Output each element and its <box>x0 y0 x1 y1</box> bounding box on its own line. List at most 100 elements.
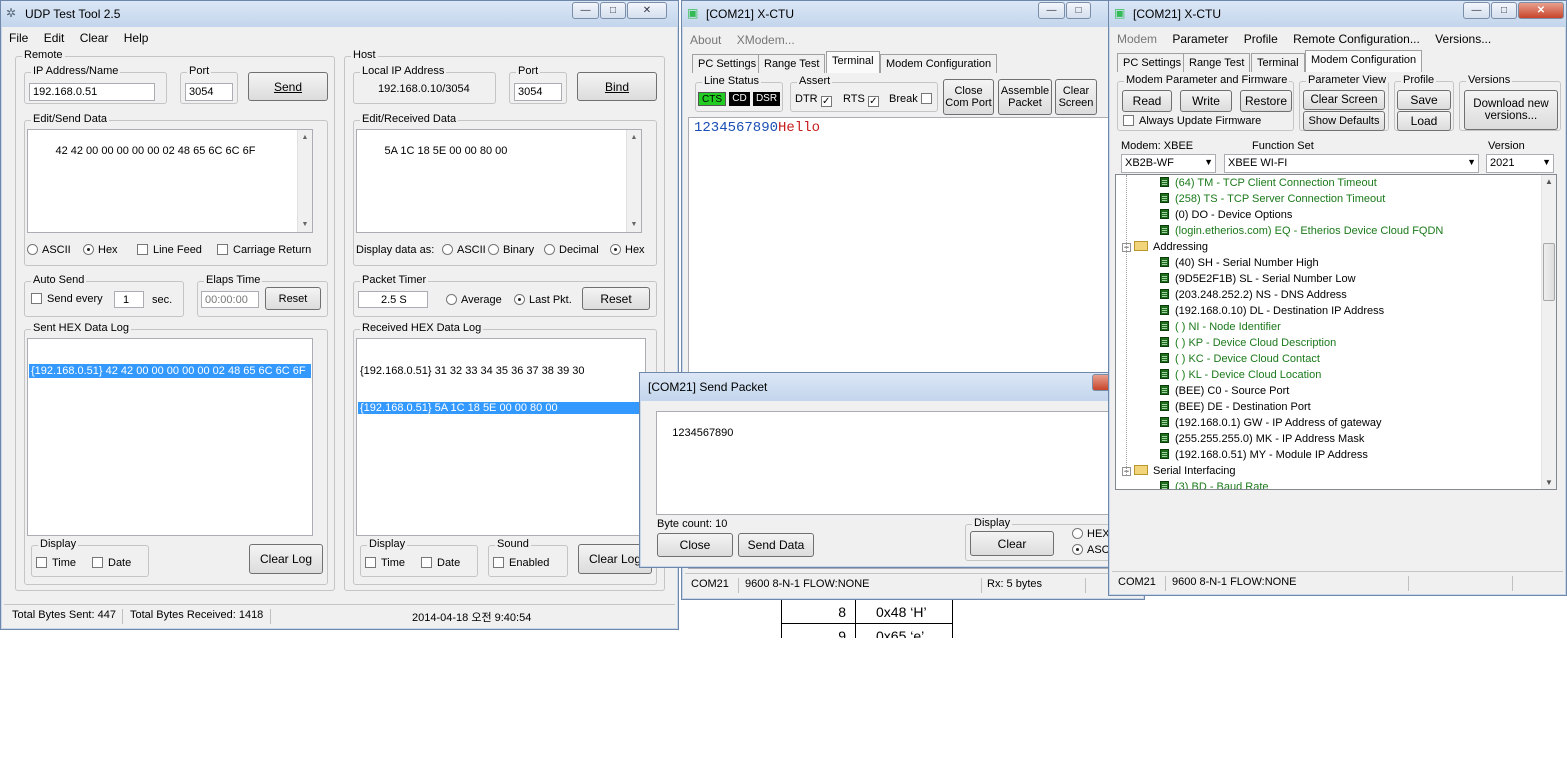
line-feed-checkbox[interactable]: Line Feed <box>137 244 202 256</box>
tree-parameter[interactable]: (192.168.0.51) MY - Module IP Address <box>1160 447 1368 463</box>
menu-file[interactable]: File <box>3 28 34 45</box>
close-dialog-button[interactable]: Close <box>657 533 733 557</box>
menu-clear[interactable]: Clear <box>74 28 115 45</box>
scroll-up-icon[interactable]: ▲ <box>1545 177 1553 186</box>
bind-button[interactable]: Bind <box>577 72 657 101</box>
send-packet-textarea[interactable]: 1234567890 <box>656 411 1116 515</box>
rts-checkbox[interactable]: RTS ✓ <box>843 93 884 107</box>
tab-terminal[interactable]: Terminal <box>1251 53 1305 72</box>
close-button[interactable]: ✕ <box>627 2 667 19</box>
tree-parameter[interactable]: (64) TM - TCP Client Connection Timeout <box>1160 175 1377 191</box>
sound-enabled-checkbox[interactable]: Enabled <box>493 557 549 569</box>
scrollbar[interactable]: ▲ ▼ <box>626 130 641 232</box>
tree-parameter[interactable]: (258) TS - TCP Server Connection Timeout <box>1160 191 1385 207</box>
tree-parameter[interactable]: (BEE) C0 - Source Port <box>1160 383 1289 399</box>
time-checkbox[interactable]: Time <box>36 557 76 569</box>
tree-folder[interactable]: − Addressing <box>1122 239 1208 255</box>
send-every-checkbox[interactable]: Send every <box>31 293 103 305</box>
tab-pc-settings[interactable]: PC Settings <box>692 54 763 73</box>
asc-radio[interactable]: ASC <box>1072 544 1110 556</box>
clear-screen-button[interactable]: Clear Screen <box>1303 90 1385 110</box>
tree-parameter[interactable]: (9D5E2F1B) SL - Serial Number Low <box>1160 271 1356 287</box>
tab-modem-configuration[interactable]: Modem Configuration <box>1305 50 1423 72</box>
tree-parameter[interactable]: (255.255.255.0) MK - IP Address Mask <box>1160 431 1364 447</box>
tree-parameter[interactable]: ( ) KL - Device Cloud Location <box>1160 367 1321 383</box>
modem-select[interactable]: XB2B-WF ▼ <box>1121 154 1216 173</box>
send-data-textarea[interactable]: 42 42 00 00 00 00 00 02 48 65 6C 6C 6F ▲… <box>27 129 313 233</box>
tree-folder[interactable]: − Serial Interfacing <box>1122 463 1236 479</box>
always-update-checkbox[interactable]: Always Update Firmware <box>1123 115 1261 127</box>
tree-parameter[interactable]: (192.168.0.10) DL - Destination IP Addre… <box>1160 303 1384 319</box>
tree-parameter[interactable]: ( ) KP - Device Cloud Description <box>1160 335 1336 351</box>
tree-parameter[interactable]: (BEE) DE - Destination Port <box>1160 399 1311 415</box>
dtr-checkbox[interactable]: DTR ✓ <box>795 93 837 107</box>
menu-remote-configuration[interactable]: Remote Configuration... <box>1287 29 1426 46</box>
remote-ip-input[interactable]: 192.168.0.51 <box>29 83 155 101</box>
show-defaults-button[interactable]: Show Defaults <box>1303 111 1385 131</box>
tree-parameter[interactable]: (40) SH - Serial Number High <box>1160 255 1319 271</box>
minimize-button[interactable]: — <box>572 2 599 19</box>
host-port-input[interactable]: 3054 <box>514 83 562 101</box>
tab-terminal[interactable]: Terminal <box>826 51 880 73</box>
scrollbar[interactable]: ▲ ▼ <box>297 130 312 232</box>
parameter-tree[interactable]: (64) TM - TCP Client Connection Timeout (… <box>1115 174 1557 490</box>
maximize-button[interactable]: □ <box>1491 2 1517 19</box>
tree-parameter[interactable]: (login.etherios.com) EQ - Etherios Devic… <box>1160 223 1443 239</box>
function-set-select[interactable]: XBEE WI-FI ▼ <box>1224 154 1479 173</box>
tab-range-test[interactable]: Range Test <box>758 54 826 73</box>
download-new-versions-button[interactable]: Download new versions... <box>1464 90 1558 130</box>
timer-reset-button[interactable]: Reset <box>582 287 650 310</box>
tree-parameter[interactable]: (192.168.0.1) GW - IP Address of gateway <box>1160 415 1381 431</box>
tree-parameter[interactable]: (3) BD - Baud Rate <box>1160 479 1269 489</box>
close-button[interactable]: ✕ <box>1518 2 1564 19</box>
last-pkt-radio[interactable]: Last Pkt. <box>514 294 572 306</box>
elaps-reset-button[interactable]: Reset <box>265 287 321 310</box>
minimize-button[interactable]: — <box>1463 2 1490 19</box>
menu-profile[interactable]: Profile <box>1238 29 1284 46</box>
tab-modem-configuration[interactable]: Modem Configuration <box>880 54 998 73</box>
close-com-port-button[interactable]: Close Com Port <box>943 79 994 115</box>
scroll-thumb[interactable] <box>1543 243 1555 301</box>
load-profile-button[interactable]: Load <box>1397 111 1451 131</box>
received-data-textarea[interactable]: 5A 1C 18 5E 00 00 80 00 ▲ ▼ <box>356 129 642 233</box>
menu-about[interactable]: About <box>684 30 727 47</box>
scroll-down-icon[interactable]: ▼ <box>1545 478 1553 487</box>
decimal-radio[interactable]: Decimal <box>544 244 599 256</box>
ascii-radio[interactable]: ASCII <box>27 244 71 256</box>
menu-versions[interactable]: Versions... <box>1429 29 1497 46</box>
clear-button[interactable]: Clear <box>970 531 1054 556</box>
maximize-button[interactable]: □ <box>600 2 626 19</box>
carriage-return-checkbox[interactable]: Carriage Return <box>217 244 311 256</box>
maximize-button[interactable]: □ <box>1066 2 1091 19</box>
tree-parameter[interactable]: (203.248.252.2) NS - DNS Address <box>1160 287 1347 303</box>
send-every-input[interactable]: 1 <box>114 291 144 308</box>
menu-help[interactable]: Help <box>118 28 155 45</box>
tree-parameter[interactable]: ( ) KC - Device Cloud Contact <box>1160 351 1320 367</box>
average-radio[interactable]: Average <box>446 294 502 306</box>
menu-edit[interactable]: Edit <box>38 28 71 45</box>
ascii-radio[interactable]: ASCII <box>442 244 486 256</box>
tree-parameter[interactable]: (0) DO - Device Options <box>1160 207 1292 223</box>
hex-radio[interactable]: Hex <box>610 244 645 256</box>
tab-pc-settings[interactable]: PC Settings <box>1117 53 1188 72</box>
send-button[interactable]: Send <box>248 72 328 101</box>
list-item[interactable]: {192.168.0.51} 31 32 33 34 35 36 37 38 3… <box>358 364 644 378</box>
date-checkbox[interactable]: Date <box>92 557 131 569</box>
send-data-button[interactable]: Send Data <box>738 533 814 557</box>
sent-clear-log-button[interactable]: Clear Log <box>249 544 323 574</box>
menu-xmodem[interactable]: XModem... <box>731 30 801 47</box>
version-select[interactable]: 2021 ▼ <box>1486 154 1554 173</box>
tree-parameter[interactable]: ( ) NI - Node Identifier <box>1160 319 1281 335</box>
list-item[interactable]: {192.168.0.51} 5A 1C 18 5E 00 00 80 00 <box>358 402 644 414</box>
hex-radio[interactable]: HEX <box>1072 528 1110 540</box>
tab-range-test[interactable]: Range Test <box>1183 53 1251 72</box>
time-checkbox[interactable]: Time <box>365 557 405 569</box>
binary-radio[interactable]: Binary <box>488 244 534 256</box>
clear-screen-button[interactable]: Clear Screen <box>1055 79 1097 115</box>
hex-radio[interactable]: Hex <box>83 244 118 256</box>
save-profile-button[interactable]: Save <box>1397 90 1451 110</box>
sent-hex-log-list[interactable]: {192.168.0.51} 42 42 00 00 00 00 00 02 4… <box>27 338 313 536</box>
list-item[interactable]: {192.168.0.51} 42 42 00 00 00 00 00 02 4… <box>29 364 311 378</box>
remote-port-input[interactable]: 3054 <box>185 83 233 101</box>
menu-parameter[interactable]: Parameter <box>1166 29 1234 46</box>
